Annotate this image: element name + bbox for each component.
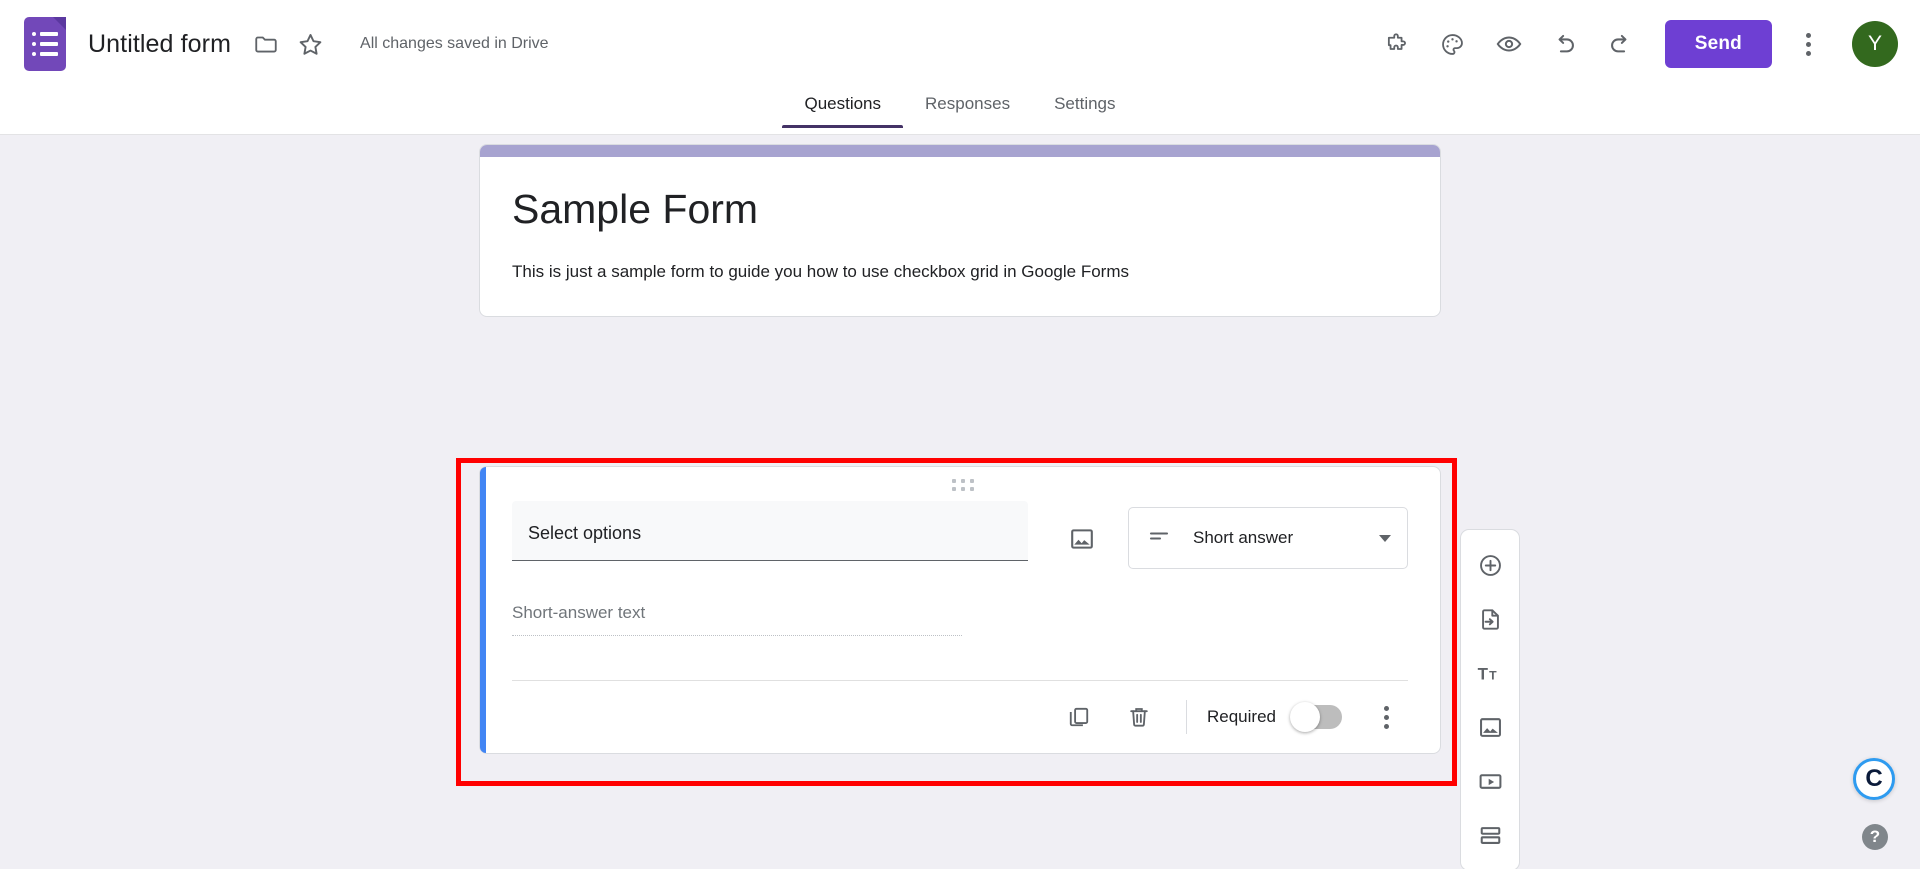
trash-icon[interactable]: [1114, 692, 1164, 742]
question-action-bar: Required: [512, 681, 1408, 753]
add-image-icon[interactable]: [1467, 704, 1513, 750]
save-status-text: All changes saved in Drive: [360, 35, 549, 52]
redo-icon[interactable]: [1593, 16, 1649, 72]
question-accent-bar: [480, 467, 486, 753]
form-heading-input[interactable]: Sample Form: [512, 185, 1408, 234]
add-video-icon[interactable]: [1467, 758, 1513, 804]
puzzle-piece-icon[interactable]: [1369, 16, 1425, 72]
form-description-input[interactable]: This is just a sample form to guide you …: [512, 262, 1408, 282]
more-options-icon[interactable]: [1780, 16, 1836, 72]
question-title-input[interactable]: Select options: [512, 501, 1028, 561]
svg-text:T: T: [1489, 668, 1497, 682]
svg-text:T: T: [1478, 664, 1489, 683]
add-section-icon[interactable]: [1467, 812, 1513, 858]
tab-bar: Questions Responses Settings: [0, 88, 1920, 135]
question-card[interactable]: Select options Short answer Short-answer…: [479, 466, 1441, 754]
avatar[interactable]: Y: [1852, 21, 1898, 67]
image-icon[interactable]: [1058, 515, 1106, 563]
import-questions-icon[interactable]: [1467, 596, 1513, 642]
question-type-dropdown[interactable]: Short answer: [1128, 507, 1408, 569]
folder-icon[interactable]: [253, 31, 279, 57]
form-title-input[interactable]: Untitled form: [88, 30, 231, 59]
question-type-label: Short answer: [1193, 528, 1294, 547]
chevron-down-icon: [1379, 534, 1391, 542]
short-answer-icon: [1147, 524, 1171, 553]
tab-settings[interactable]: Settings: [1032, 88, 1137, 128]
send-button[interactable]: Send: [1664, 20, 1772, 68]
required-label: Required: [1207, 707, 1276, 726]
action-separator: [1186, 700, 1187, 734]
undo-icon[interactable]: [1537, 16, 1593, 72]
add-item-toolbar: T T: [1460, 529, 1520, 869]
add-title-description-icon[interactable]: T T: [1467, 650, 1513, 696]
eye-icon[interactable]: [1481, 16, 1537, 72]
question-more-options-icon[interactable]: [1364, 695, 1408, 739]
add-question-icon[interactable]: [1467, 542, 1513, 588]
help-icon[interactable]: ?: [1862, 824, 1888, 850]
short-answer-placeholder: Short-answer text: [512, 603, 962, 636]
form-header-card[interactable]: Sample Form This is just a sample form t…: [479, 144, 1441, 318]
top-bar-actions: Send Y: [1369, 16, 1898, 72]
form-canvas: Sample Form This is just a sample form t…: [0, 135, 1920, 869]
drag-handle-icon[interactable]: [486, 467, 1440, 493]
form-accent-strip: [480, 145, 1440, 157]
app-root: Untitled form All changes saved in Drive: [0, 0, 1920, 869]
question-header-row: Select options Short answer: [512, 493, 1408, 569]
top-bar: Untitled form All changes saved in Drive: [0, 0, 1920, 88]
tab-questions[interactable]: Questions: [782, 88, 903, 128]
star-icon[interactable]: [297, 31, 324, 58]
tab-responses[interactable]: Responses: [903, 88, 1032, 128]
grammarly-badge-icon[interactable]: C: [1853, 758, 1895, 800]
palette-icon[interactable]: [1425, 16, 1481, 72]
duplicate-icon[interactable]: [1054, 692, 1104, 742]
google-forms-logo-icon[interactable]: [24, 17, 66, 71]
required-toggle[interactable]: [1290, 702, 1342, 732]
